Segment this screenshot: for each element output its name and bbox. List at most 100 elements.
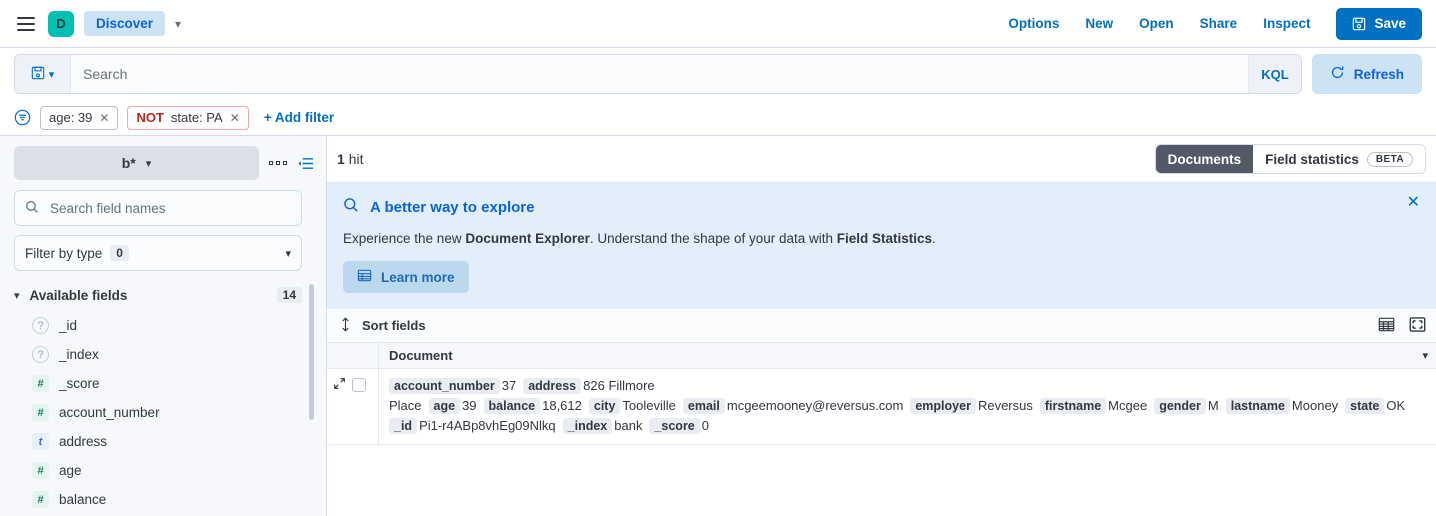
callout-title-row: A better way to explore [343,197,1420,217]
fullscreen-icon[interactable] [1409,316,1426,336]
filter-by-type-count: 0 [110,245,129,261]
page-body: b* ▾ Filter by type 0 ▾ [0,136,1436,516]
filter-pill-label: state: PA [170,110,223,125]
chevron-down-icon: ▾ [48,68,55,81]
tab-documents[interactable]: Documents [1155,145,1254,173]
documents-table: Document ▾ account_number 37 address 826 Fi… [327,343,1436,516]
doc-field-name: state [1345,398,1385,414]
share-link[interactable]: Share [1200,16,1238,31]
table-column-header-document: Document ▾ [379,348,1436,363]
expand-row-icon[interactable] [333,377,346,390]
inspect-link[interactable]: Inspect [1263,16,1310,31]
field-type-number-icon: # [32,462,49,479]
field-item[interactable]: t address [14,427,314,456]
add-filter-button[interactable]: + Add filter [264,110,334,125]
tab-field-statistics-label: Field statistics [1265,151,1359,167]
doc-field-value: bank [614,418,643,433]
field-sidebar: b* ▾ Filter by type 0 ▾ [0,136,326,516]
filter-by-type-label: Filter by type [25,245,103,261]
data-view-label: b* [121,155,136,171]
callout-body-middle: . Understand the shape of your data with [589,231,837,246]
close-icon[interactable]: ✕ [230,112,240,124]
field-name: address [59,434,108,449]
doc-field-value: mcgeemooney@reversus.com [726,398,904,413]
field-item[interactable]: # balance [14,485,314,514]
field-item[interactable]: # age [14,456,314,485]
field-item[interactable]: # account_number [14,398,314,427]
doc-field-value: 39 [462,398,477,413]
hamburger-icon[interactable] [12,10,40,38]
data-view-selector[interactable]: b* ▾ [14,146,259,180]
column-header-label: Document [389,348,453,363]
chevron-down-icon[interactable]: ▾ [175,17,181,31]
field-name: age [59,463,82,478]
saved-query-button[interactable]: ▾ [15,55,71,93]
doc-field-value: 0 [701,418,709,433]
field-item[interactable]: ? _index [14,340,314,369]
doc-field-name: account_number [389,378,500,394]
document-summary-cell: account_number 37 address 826 Fillmore Plac… [379,369,1436,444]
save-button[interactable]: Save [1336,7,1422,40]
row-select-checkbox[interactable] [352,378,366,392]
save-disk-icon [31,66,45,83]
callout-body: Experience the new Document Explorer. Un… [343,231,1420,246]
table-header-gutter [327,343,379,368]
save-button-label: Save [1374,16,1406,31]
doc-field-name: firstname [1039,398,1107,414]
filter-pill-age[interactable]: age: 39 ✕ [40,105,119,130]
doc-field-value: Mcgee [1108,398,1148,413]
field-type-unknown-icon: ? [32,317,49,334]
learn-more-button[interactable]: Learn more [343,261,469,293]
filter-bar: age: 39 ✕ NOT state: PA ✕ + Add filter [0,100,1436,136]
table-density-icon[interactable] [1378,316,1395,336]
chevron-down-icon: ▾ [285,247,291,260]
doc-field-name: _index [562,418,613,434]
breadcrumb[interactable]: Discover [84,11,166,36]
tab-field-statistics[interactable]: Field statistics BETA [1253,145,1425,173]
field-name: _index [59,347,99,362]
search-icon [343,197,359,217]
table-header-row: Document ▾ [327,343,1436,369]
collapse-sidebar-icon[interactable] [297,156,314,171]
view-mode-tabs: Documents Field statistics BETA [1154,144,1426,174]
refresh-icon [1330,65,1345,83]
field-name: account_number [59,405,160,420]
filter-pill-state[interactable]: NOT state: PA ✕ [127,105,249,130]
doc-field-value: 37 [501,378,517,393]
doc-field-name: employer [910,398,976,414]
field-item[interactable]: ? _id [14,311,314,340]
table-row-gutter [327,369,379,444]
close-icon[interactable]: ✕ [99,112,109,124]
doc-field-name: age [428,398,461,414]
sort-updown-icon[interactable] [339,316,352,335]
grid-dots-icon[interactable] [269,161,287,165]
search-input[interactable] [71,55,1249,93]
top-navigation-bar: D Discover ▾ Options New Open Share Insp… [0,0,1436,48]
options-link[interactable]: Options [1008,16,1059,31]
field-name: balance [59,492,107,507]
table-row[interactable]: account_number 37 address 826 Fillmore Plac… [327,369,1436,445]
new-link[interactable]: New [1085,16,1113,31]
field-search-box [14,190,302,226]
available-fields-header[interactable]: ▾ Available fields 14 [14,285,302,311]
chevron-down-icon[interactable]: ▾ [1422,349,1428,362]
filter-icon[interactable] [14,109,31,126]
refresh-button[interactable]: Refresh [1311,54,1422,94]
query-language-button[interactable]: KQL [1248,55,1301,93]
open-link[interactable]: Open [1139,16,1174,31]
filter-pill-label: age: 39 [49,110,93,125]
field-item[interactable]: # _score [14,369,314,398]
sort-fields-button[interactable]: Sort fields [362,318,426,333]
sidebar-scrollbar[interactable] [309,284,314,420]
callout-body-prefix: Experience the new [343,231,466,246]
callout-body-bold-document-explorer: Document Explorer [465,231,590,246]
filter-by-type-button[interactable]: Filter by type 0 ▾ [14,235,302,271]
close-icon[interactable]: ✕ [1407,195,1420,211]
avatar[interactable]: D [48,10,74,37]
field-name: _id [59,318,78,333]
chevron-down-icon: ▾ [14,289,20,302]
search-field-names-input[interactable] [48,199,291,217]
field-type-unknown-icon: ? [32,346,49,363]
field-list: ? _id ? _index # _score # account_number… [14,311,314,514]
hit-count: 1 hit [337,151,363,167]
